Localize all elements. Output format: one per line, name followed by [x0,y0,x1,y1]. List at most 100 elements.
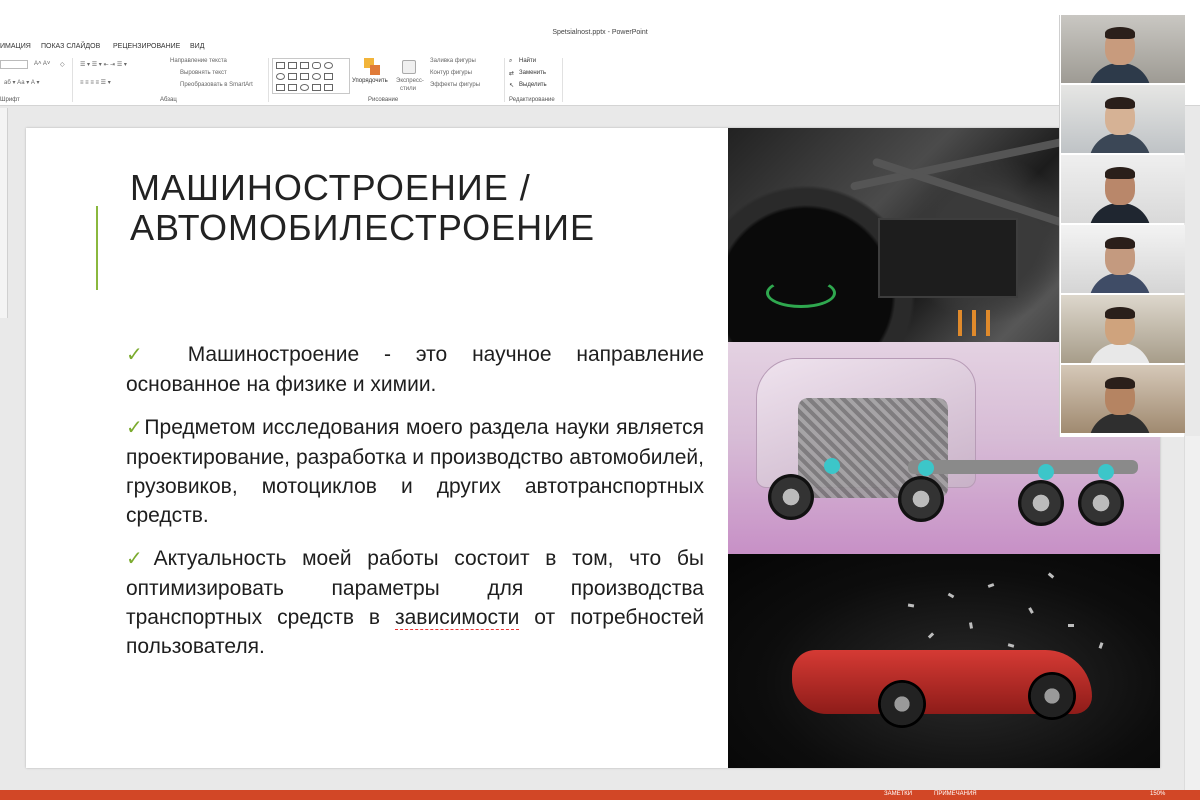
align-icons[interactable]: ≡ ≡ ≡ ≡ ☰ ▾ [80,79,111,86]
replace-button[interactable]: Заменить [519,70,546,76]
shape-effects-button[interactable]: Эффекты фигуры [430,82,480,88]
shape-star-icon[interactable] [312,73,321,80]
list-icons[interactable]: ☰ ▾ ☰ ▾ ⇤ ⇥ ☰ ▾ [80,61,127,68]
truck-wheel [898,476,944,522]
checkmark-icon: ✓ [126,548,153,570]
shape-callout-icon[interactable] [324,73,333,80]
shape-star2-icon[interactable] [324,84,333,91]
font-size-box[interactable] [0,60,28,69]
shape-arrow-icon[interactable] [288,73,297,80]
replace-icon[interactable]: ⇄ [509,70,514,77]
convert-smartart-button[interactable]: Преобразовать в SmartArt [180,82,253,88]
shape-arc-icon[interactable] [300,84,309,91]
group-editing-label: Редактирование [509,97,555,103]
slide-title-line2: АВТОМОБИЛЕСТРОЕНИЕ [130,207,596,248]
fragment [947,592,955,599]
quick-styles-icon[interactable] [402,60,416,74]
slide-title[interactable]: МАШИНОСТРОЕНИЕ / АВТОМОБИЛЕСТРОЕНИЕ [130,168,690,248]
arrange-button[interactable]: Упорядочить [352,78,388,84]
status-bar: ЗАМЕТКИ ПРИМЕЧАНИЯ 150% [0,790,1200,800]
shape-rounded-icon[interactable] [312,62,321,69]
quick-styles-label-2[interactable]: стили [400,86,416,92]
bullet-item: ✓Предметом исследования моего раздела на… [126,413,704,530]
participant-video[interactable] [1061,225,1185,293]
fragment [1007,643,1015,648]
shape-rect2-icon[interactable] [300,62,309,69]
tab-slideshow[interactable]: ПОКАЗ СЛАЙДОВ [41,43,100,50]
group-font-label: Шрифт [0,97,20,103]
green-fender [766,278,836,308]
slide[interactable]: МАШИНОСТРОЕНИЕ / АВТОМОБИЛЕСТРОЕНИЕ ✓ Ма… [26,128,1160,768]
tab-review[interactable]: РЕЦЕНЗИРОВАНИЕ [113,43,180,50]
vertical-ruler [0,108,8,318]
tab-view[interactable]: ВИД [190,43,204,50]
fragment [907,603,915,608]
shape-curve-icon[interactable] [288,84,297,91]
zoom-level[interactable]: 150% [1150,791,1165,797]
shape-rect-icon[interactable] [276,62,285,69]
fragment [1098,642,1104,649]
vertical-scrollbar[interactable] [1184,436,1200,790]
checkmark-icon: ✓ [126,417,144,439]
fragment [1028,607,1034,614]
battery-box [878,218,1018,298]
clear-format-icon[interactable]: ◇ [60,61,65,68]
participant-video[interactable] [1061,15,1185,83]
frame-tube [871,157,1065,227]
group-paragraph-label: Абзац [160,97,177,103]
orange-cable [986,310,990,336]
tab-animation[interactable]: ИМАЦИЯ [0,43,31,50]
shape-fill-button[interactable]: Заливка фигуры [430,58,476,64]
shape-brace-icon[interactable] [276,84,285,91]
participant-video[interactable] [1061,155,1185,223]
select-button[interactable]: Выделить [519,82,547,88]
shape-oval-icon[interactable] [324,62,333,69]
separator [268,58,269,102]
race-car-exploded-image[interactable] [728,554,1160,768]
shapes-gallery[interactable] [272,58,350,94]
find-icon[interactable]: ⌕ [509,58,512,65]
ribbon: A˄ A˅ ◇ аб ▾ Аа ▾ А ▾ Шрифт ☰ ▾ ☰ ▾ ⇤ ⇥ … [0,54,1200,106]
shape-triangle-icon[interactable] [276,73,285,80]
orange-cable [958,310,962,336]
comments-button[interactable]: ПРИМЕЧАНИЯ [934,791,977,797]
fragment [987,583,995,588]
shape-outline-button[interactable]: Контур фигуры [430,70,472,76]
participant-video[interactable] [1061,295,1185,363]
grow-font-icon[interactable]: A˄ A˅ [34,61,50,67]
bullet-list[interactable]: ✓ Машиностроение - это научное направлен… [126,340,704,675]
shape-line-icon[interactable] [288,62,297,69]
align-text-button[interactable]: Выровнять текст [180,70,227,76]
participant-video[interactable] [1061,365,1185,433]
text-direction-button[interactable]: Направление текста [170,58,227,64]
cyan-part [824,458,840,474]
group-drawing-label: Рисование [368,97,399,103]
video-call-gallery [1059,15,1185,437]
participant-video[interactable] [1061,85,1185,153]
shape-arrow2-icon[interactable] [300,73,309,80]
fragment [927,632,935,639]
select-icon[interactable]: ↖ [509,82,514,89]
shape-bracket-icon[interactable] [312,84,321,91]
quick-styles-label-1[interactable]: Экспресс- [396,78,424,84]
slide-title-line1: МАШИНОСТРОЕНИЕ / [130,167,531,208]
cyan-part [918,460,934,476]
arrange-icon[interactable] [364,58,380,76]
truck-wheel [1018,480,1064,526]
fragment [1068,624,1074,627]
checkmark-icon: ✓ [126,344,162,366]
separator [504,58,505,102]
find-button[interactable]: Найти [519,58,536,64]
car-wheel [1028,672,1076,720]
bullet-text-misspelled: зависимости [395,606,520,630]
bullet-item: ✓Актуальность моей работы состоит в том,… [126,544,704,661]
fragment [1047,572,1055,579]
bullet-text: Предметом исследования моего раздела нау… [126,416,704,527]
fragment [969,622,973,629]
orange-cable [972,310,976,336]
notes-button[interactable]: ЗАМЕТКИ [884,791,912,797]
bullet-text: Машиностроение - это научное направление… [126,343,704,396]
ribbon-tabs: ИМАЦИЯ ПОКАЗ СЛАЙДОВ РЕЦЕНЗИРОВАНИЕ ВИД [0,40,1200,54]
font-color-icon[interactable]: аб ▾ Аа ▾ А ▾ [4,79,40,86]
cyan-part [1038,464,1054,480]
